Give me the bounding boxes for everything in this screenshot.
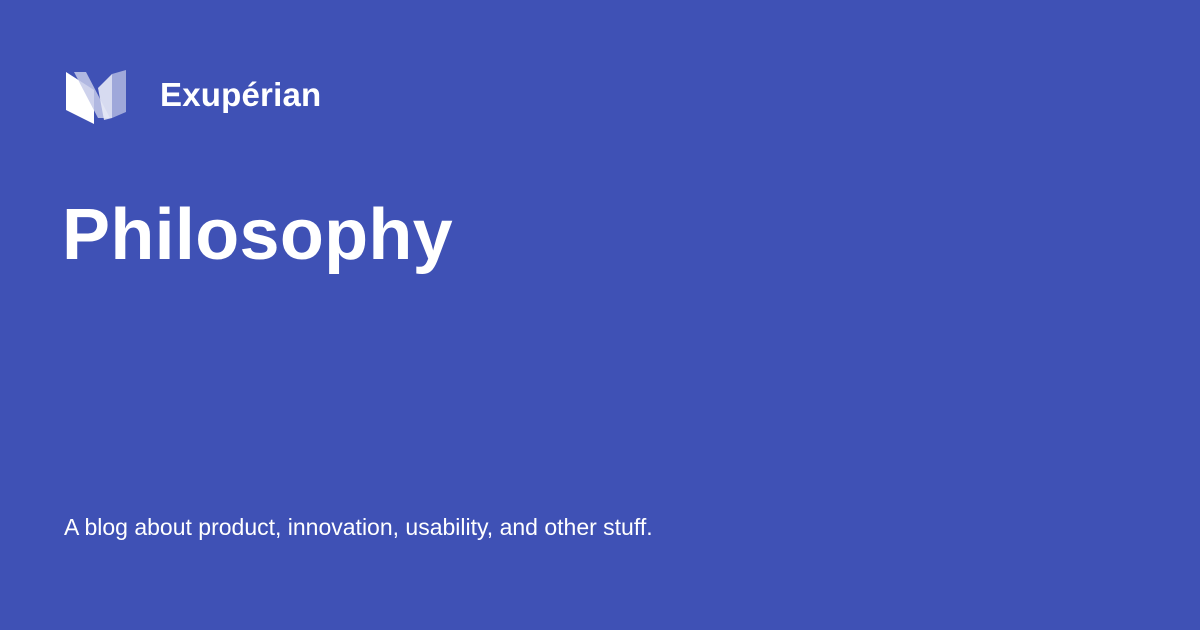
page-title: Philosophy <box>62 195 454 275</box>
exuperian-logo-icon <box>66 70 126 124</box>
social-card: Exupérian Philosophy A blog about produc… <box>0 0 1200 630</box>
blog-tagline: A blog about product, innovation, usabil… <box>64 514 653 540</box>
brand-name: Exupérian <box>160 76 322 113</box>
